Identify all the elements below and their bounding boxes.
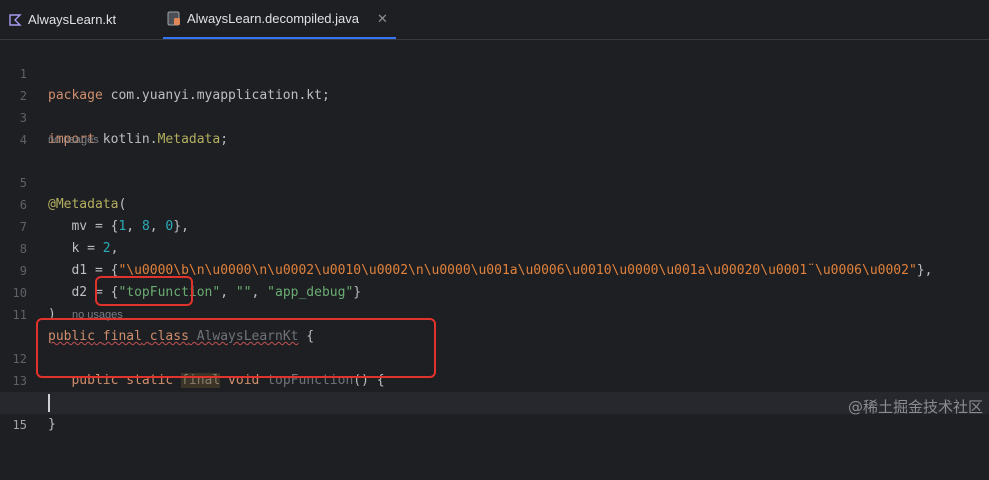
semicolon: ;: [220, 132, 229, 147]
text-caret: [48, 394, 50, 412]
code-line: 2: [0, 63, 989, 103]
close-icon[interactable]: ✕: [377, 11, 388, 27]
line-number: 11: [12, 308, 27, 322]
line-number: 15: [12, 418, 27, 432]
code-line: 1 package com.yuanyi.myapplication.kt;: [0, 41, 989, 103]
tab-alwayslearn-decompiled-java[interactable]: AlwaysLearn.decompiled.java ✕: [163, 0, 396, 39]
line-number: 4: [19, 133, 27, 147]
highlight-box-topfunction: [36, 318, 436, 378]
import-path: kotlin.: [94, 132, 158, 147]
kotlin-file-icon: [8, 13, 22, 27]
code-line: 7 k = 2,: [0, 194, 989, 256]
watermark: @稀土掘金技术社区: [847, 398, 983, 416]
java-class-file-icon: [167, 11, 181, 26]
tab-label: AlwaysLearn.decompiled.java: [187, 11, 359, 26]
current-code-line: 15: [0, 392, 989, 432]
code-text: }: [48, 417, 56, 432]
code-line: 5 @Metadata(: [0, 150, 989, 212]
code-line: 3 import kotlin.Metadata;: [0, 85, 989, 147]
editor-tab-bar: AlwaysLearn.kt AlwaysLearn.decompiled.ja…: [0, 0, 989, 40]
highlight-box-final-class: [95, 276, 193, 306]
usage-hint[interactable]: no usages: [48, 129, 99, 151]
code-line: 6 mv = {1, 8, 0},: [0, 172, 989, 234]
tab-label: AlwaysLearn.kt: [28, 12, 117, 27]
code-line: 4: [0, 107, 989, 147]
tab-alwayslearn-kt[interactable]: AlwaysLearn.kt: [8, 0, 116, 39]
code-line: 9 d2 = {"topFunction", "", "app_debug"}: [0, 238, 989, 300]
code-line: 8 d1 = {"\u0000\b\n\u0000\n\u0002\u0010\…: [0, 216, 989, 278]
import-class: Metadata: [157, 132, 221, 147]
